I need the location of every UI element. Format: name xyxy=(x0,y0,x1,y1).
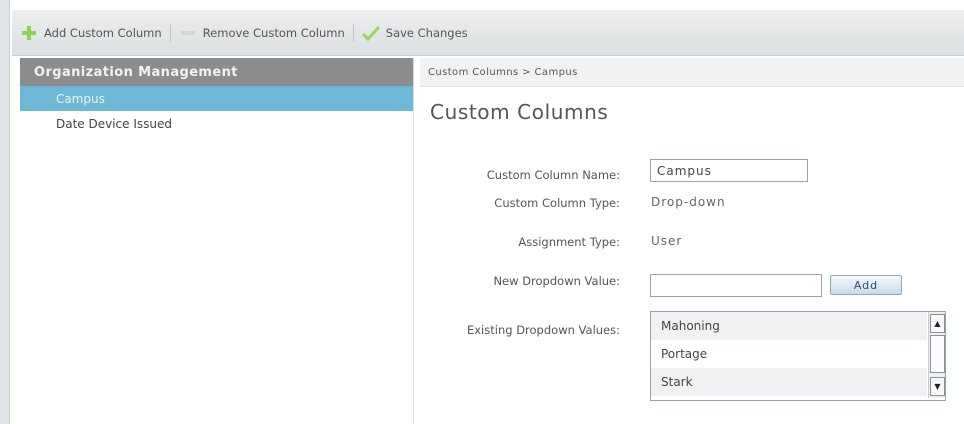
custom-column-name-input[interactable] xyxy=(650,159,808,182)
minus-icon xyxy=(179,24,197,42)
assignment-type-label: Assignment Type: xyxy=(518,235,620,249)
window-left-edge xyxy=(0,0,10,424)
sidebar-item-label: Campus xyxy=(56,91,105,106)
add-custom-column-label: Add Custom Column xyxy=(44,25,162,40)
list-scrollbar[interactable]: ▲ ▼ xyxy=(928,312,945,398)
scrollbar-thumb[interactable] xyxy=(930,335,945,373)
existing-dropdown-values-label: Existing Dropdown Values: xyxy=(466,323,620,337)
remove-custom-column-button[interactable]: Remove Custom Column xyxy=(171,10,353,55)
custom-column-type-label: Custom Column Type: xyxy=(494,196,620,210)
sidebar: Organization Management Campus Date Devi… xyxy=(20,58,414,424)
sidebar-item-campus[interactable]: Campus xyxy=(20,86,413,111)
list-item[interactable]: Stark xyxy=(651,368,927,396)
custom-column-name-label: Custom Column Name: xyxy=(486,168,620,182)
assignment-type-value: User xyxy=(651,234,683,248)
plus-icon xyxy=(20,24,38,42)
list-item[interactable]: Mahoning xyxy=(651,312,927,340)
new-dropdown-value-label: New Dropdown Value: xyxy=(493,274,620,288)
existing-dropdown-values-list[interactable]: Mahoning Portage Stark ▲ ▼ xyxy=(650,311,946,401)
sidebar-item-label: Date Device Issued xyxy=(56,116,172,131)
add-dropdown-value-button[interactable]: Add xyxy=(830,275,902,295)
add-custom-column-button[interactable]: Add Custom Column xyxy=(12,10,170,55)
toolbar: Add Custom Column Remove Custom Column S… xyxy=(12,10,964,56)
save-changes-button[interactable]: Save Changes xyxy=(354,10,476,55)
breadcrumb: Custom Columns > Campus xyxy=(420,58,964,87)
custom-column-type-value: Drop-down xyxy=(651,195,726,209)
list-item[interactable]: Portage xyxy=(651,340,927,368)
sidebar-item-date-device-issued[interactable]: Date Device Issued xyxy=(20,111,413,136)
sidebar-header: Organization Management xyxy=(20,58,413,86)
checkmark-icon xyxy=(361,24,380,42)
scroll-up-arrow-icon[interactable]: ▲ xyxy=(930,314,945,333)
scroll-down-arrow-icon[interactable]: ▼ xyxy=(930,377,945,396)
page-title: Custom Columns xyxy=(430,100,609,124)
save-changes-label: Save Changes xyxy=(385,25,468,40)
new-dropdown-value-input[interactable] xyxy=(650,274,822,297)
main-panel: Custom Columns > Campus Custom Columns C… xyxy=(420,58,964,424)
remove-custom-column-label: Remove Custom Column xyxy=(202,25,345,40)
